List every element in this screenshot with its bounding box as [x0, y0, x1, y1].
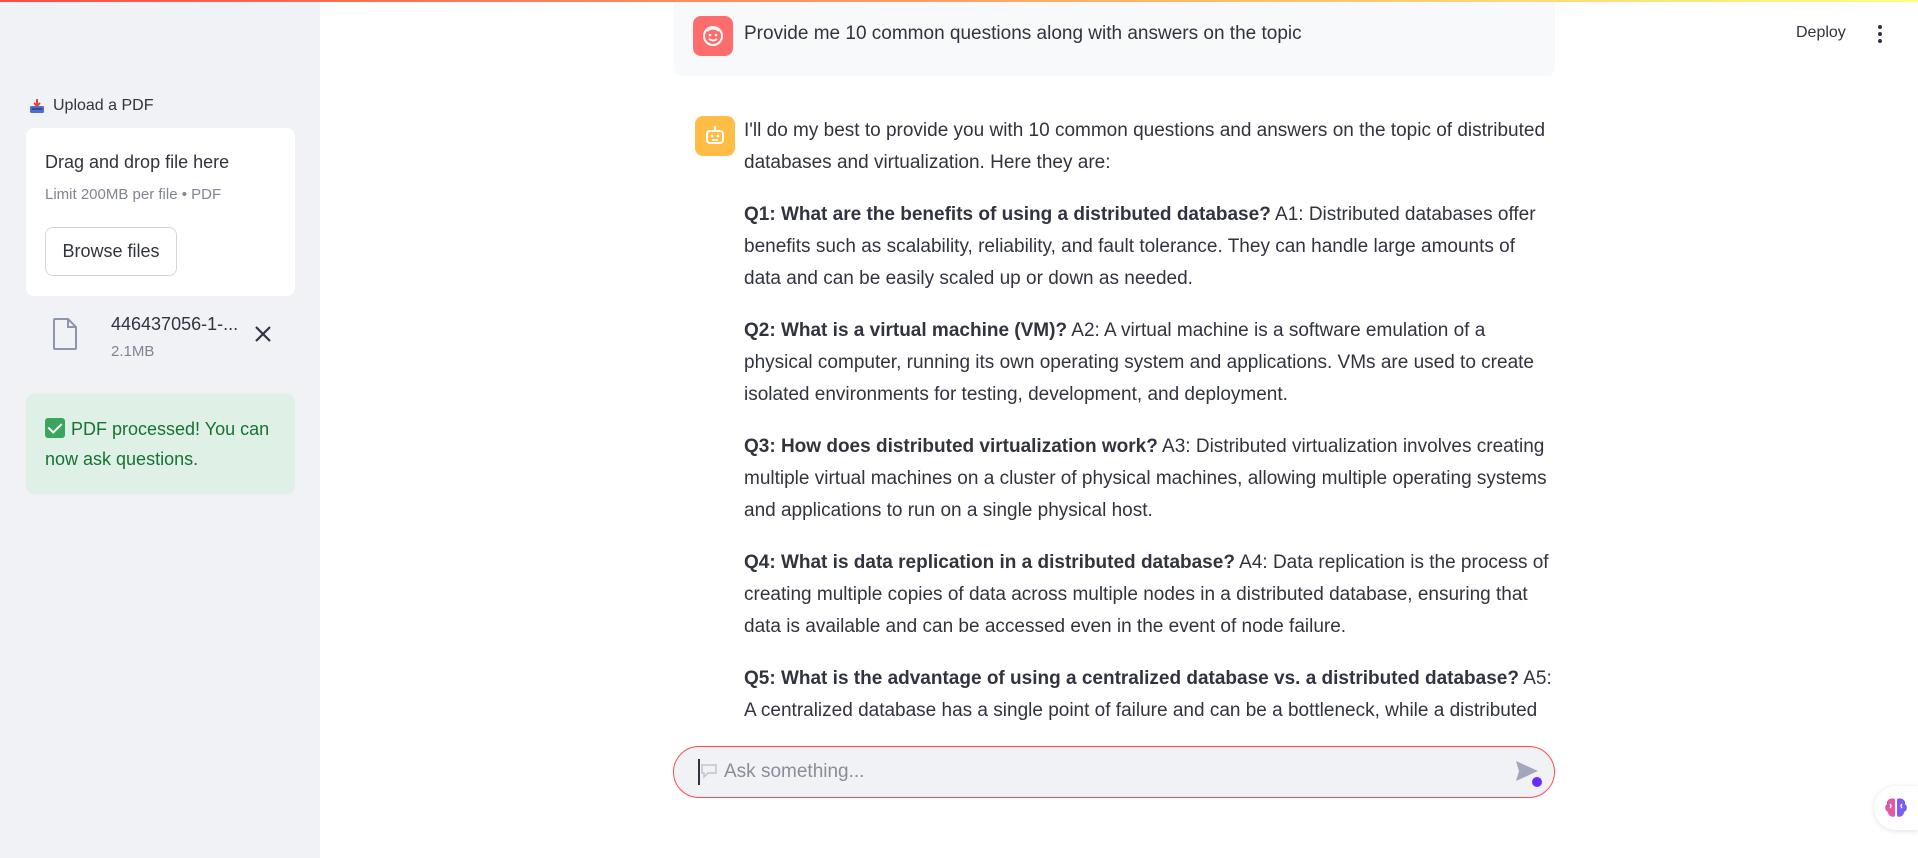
close-icon — [255, 326, 271, 342]
question-text: Q3: How does distributed virtualization … — [744, 436, 1158, 457]
upload-label: Upload a PDF — [29, 97, 154, 115]
speech-bubble-icon — [701, 764, 717, 779]
chat-input-container — [673, 746, 1555, 798]
file-size: 2.1MB — [111, 343, 155, 360]
browse-files-button[interactable]: Browse files — [45, 227, 177, 276]
file-icon — [53, 318, 77, 350]
uploaded-file: 446437056-1-... 2.1MB — [26, 305, 295, 365]
top-decoration-bar — [0, 0, 1918, 2]
qa-item: Q1: What are the benefits of using a dis… — [744, 199, 1554, 295]
user-message: Provide me 10 common questions along wit… — [674, 0, 1555, 76]
qa-item: Q5: What is the advantage of using a cen… — [744, 663, 1554, 724]
face-icon — [703, 26, 723, 46]
remove-file-button[interactable] — [250, 321, 276, 347]
file-dropzone[interactable]: Drag and drop file here Limit 200MB per … — [26, 128, 295, 296]
success-alert: PDF processed! You can now ask questions… — [26, 394, 295, 494]
upload-label-text: Upload a PDF — [53, 97, 154, 114]
assistant-widget-button[interactable] — [1874, 786, 1918, 830]
status-dot — [1532, 777, 1542, 787]
dropzone-limit: Limit 200MB per file • PDF — [45, 186, 222, 203]
vertical-dots-icon — [1878, 25, 1882, 29]
sidebar: Upload a PDF Drag and drop file here Lim… — [0, 0, 320, 858]
vertical-dots-icon-dot — [1878, 32, 1882, 36]
qa-item: Q2: What is a virtual machine (VM)? A2: … — [744, 315, 1554, 411]
qa-item: Q3: How does distributed virtualization … — [744, 431, 1554, 527]
dropzone-title: Drag and drop file here — [45, 152, 230, 172]
chat-input[interactable] — [724, 753, 1464, 791]
user-message-text: Provide me 10 common questions along wit… — [744, 23, 1302, 44]
inbox-tray-icon — [30, 99, 44, 113]
main-menu-button[interactable] — [1868, 22, 1892, 46]
check-icon — [45, 418, 65, 438]
question-text: Q1: What are the benefits of using a dis… — [744, 204, 1271, 225]
file-name: 446437056-1-... — [111, 314, 239, 334]
success-text: PDF processed! You can now ask questions… — [45, 419, 270, 469]
question-text: Q4: What is data replication in a distri… — [744, 552, 1235, 573]
user-avatar — [693, 16, 733, 56]
text-cursor — [698, 759, 700, 785]
question-text: Q5: What is the advantage of using a cen… — [744, 668, 1519, 689]
vertical-dots-icon-dot — [1878, 39, 1882, 43]
assistant-intro: I'll do my best to provide you with 10 c… — [744, 120, 1546, 173]
brain-icon — [1885, 798, 1907, 817]
chat-scroll-area[interactable]: I'll do my best to provide you with 10 c… — [674, 100, 1574, 724]
question-text: Q2: What is a virtual machine (VM)? — [744, 320, 1068, 341]
assistant-message: I'll do my best to provide you with 10 c… — [744, 115, 1554, 724]
qa-item: Q4: What is data replication in a distri… — [744, 547, 1554, 643]
deploy-button[interactable]: Deploy — [1796, 24, 1846, 42]
